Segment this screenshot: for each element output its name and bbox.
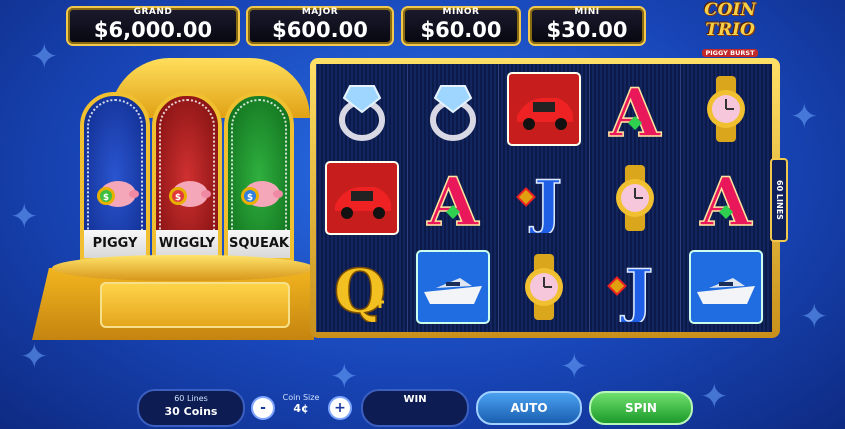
wiggly-label: WIGGLY xyxy=(156,230,218,258)
jackpot-mini-title: MINI xyxy=(574,7,600,17)
reel-symbol-watch-icon xyxy=(681,64,771,153)
jackpot-mini-value: $30.00 xyxy=(546,18,628,42)
reel-column: A xyxy=(407,64,498,332)
squeak-label: SQUEAK xyxy=(228,230,290,258)
reel-symbol-J-icon: J xyxy=(590,242,680,331)
lines-label: 60 Lines xyxy=(174,394,208,403)
reel-column: A xyxy=(680,64,771,332)
svg-text:J: J xyxy=(529,168,562,233)
coin-size-minus-button[interactable]: - xyxy=(251,396,275,420)
piggy-bank-icon: $ xyxy=(97,181,139,207)
svg-text:Q: Q xyxy=(334,257,386,322)
spin-button[interactable]: SPIN xyxy=(589,391,693,425)
jackpot-major: MAJOR $600.00 xyxy=(246,6,394,46)
reel-symbol-J-icon: J xyxy=(499,153,589,242)
jackpot-major-title: MAJOR xyxy=(301,7,339,17)
machine-base-plate xyxy=(100,282,290,328)
jackpot-major-value: $600.00 xyxy=(272,18,368,42)
reel-symbol-A-icon: A xyxy=(590,64,680,153)
reel-symbol-watch-icon xyxy=(590,153,680,242)
reel-symbol-car-icon xyxy=(499,64,589,153)
jackpot-minor: MINOR $60.00 xyxy=(401,6,521,46)
svg-text:A: A xyxy=(426,163,479,233)
reel-symbol-ring-icon xyxy=(408,64,498,153)
piggy-tube-1: $ PIGGY xyxy=(80,92,150,262)
reel-column: AJ xyxy=(589,64,680,332)
logo-subtitle: PIGGY BURST xyxy=(702,49,758,57)
piggy-tube-3: $ SQUEAK xyxy=(224,92,294,262)
jackpot-minor-title: MINOR xyxy=(442,7,480,17)
svg-text:$: $ xyxy=(103,193,109,203)
reel-symbol-A-icon: A xyxy=(681,153,771,242)
coin-size-label: Coin Size xyxy=(282,393,320,402)
jackpot-minor-value: $60.00 xyxy=(420,18,502,42)
game-logo: COIN TRIO PIGGY BURST xyxy=(690,0,770,57)
svg-text:$: $ xyxy=(175,193,181,203)
piggy-label: PIGGY xyxy=(84,230,146,258)
piggy-bank-icon: $ xyxy=(241,181,283,207)
auto-button[interactable]: AUTO xyxy=(476,391,582,425)
paylines-tag: 60 LINES xyxy=(770,158,788,242)
reel-symbol-A-icon: A xyxy=(408,153,498,242)
jackpot-grand: GRAND $6,000.00 xyxy=(66,6,240,46)
logo-title: COIN TRIO xyxy=(704,0,756,40)
jackpot-grand-value: $6,000.00 xyxy=(93,18,213,42)
reel-symbol-ring-icon xyxy=(317,64,407,153)
machine-base-top xyxy=(52,255,314,281)
coin-size-plus-button[interactable]: + xyxy=(328,396,352,420)
svg-text:J: J xyxy=(620,257,653,322)
reels-area: QAJAJA xyxy=(316,64,772,332)
bet-panel: 60 Lines 30 Coins xyxy=(137,389,245,427)
reel-symbol-boat-icon xyxy=(681,242,771,331)
coin-size-value: 4¢ xyxy=(293,402,309,415)
jackpot-grand-title: GRAND xyxy=(133,7,173,17)
reel-symbol-watch-icon xyxy=(499,242,589,331)
reel-symbol-boat-icon xyxy=(408,242,498,331)
reel-symbol-car-icon xyxy=(317,153,407,242)
win-label: WIN xyxy=(403,394,427,405)
coin-size-display: Coin Size 4¢ xyxy=(278,393,324,415)
svg-text:$: $ xyxy=(247,193,253,203)
reel-column: J xyxy=(498,64,589,332)
reel-symbol-Q-icon: Q xyxy=(317,242,407,331)
svg-text:A: A xyxy=(699,163,752,233)
piggy-tube-2: $ WIGGLY xyxy=(152,92,222,262)
svg-text:A: A xyxy=(608,74,661,144)
win-panel: WIN xyxy=(361,389,469,427)
jackpot-mini: MINI $30.00 xyxy=(528,6,646,46)
piggy-bank-icon: $ xyxy=(169,181,211,207)
reel-column: Q xyxy=(316,64,407,332)
coins-value: 30 Coins xyxy=(164,405,218,418)
